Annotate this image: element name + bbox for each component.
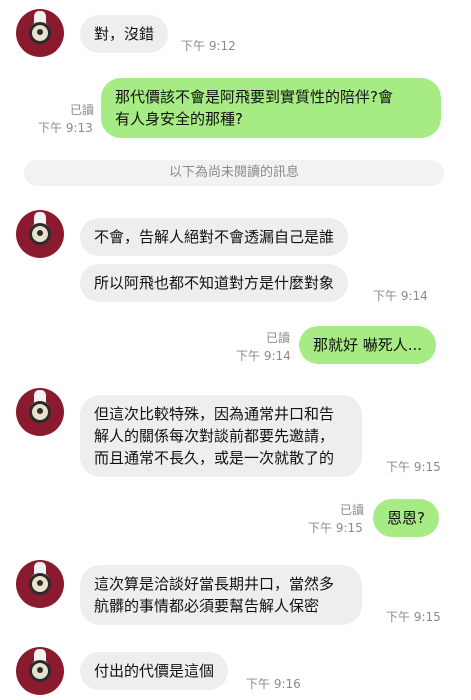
unread-divider: 以下為尚未閱讀的訊息 [24,160,444,186]
avatar-dot [37,667,43,673]
message-bubble-incoming[interactable]: 不會，告解人絕對不會透漏自己是誰 [80,218,349,256]
avatar-dot [37,408,43,414]
read-receipt: 已讀 [265,331,290,345]
avatar-dot [37,29,43,35]
read-receipt: 已讀 [339,503,364,517]
message-bubble-outgoing[interactable]: 恩恩? [373,499,439,537]
contact-avatar[interactable] [16,9,64,57]
avatar-dot [37,580,43,586]
contact-avatar[interactable] [16,647,64,695]
message-time: 下午 9:13 [38,121,93,135]
message-time: 下午 9:15 [308,521,363,535]
message-time: 下午 9:12 [181,39,236,53]
avatar-dot [37,230,43,236]
contact-avatar[interactable] [16,210,64,258]
message-time: 下午 9:14 [236,349,291,363]
read-receipt: 已讀 [69,103,94,117]
contact-avatar[interactable] [16,388,64,436]
message-bubble-outgoing[interactable]: 那就好 嚇死人... [299,326,437,364]
message-bubble-outgoing[interactable]: 那代價該不會是阿飛要到實質性的陪伴?會 有人身安全的那種? [101,78,441,138]
message-bubble-incoming[interactable]: 所以阿飛也都不知道對方是什麼對象 [80,264,349,302]
message-bubble-incoming[interactable]: 這次算是洽談好當長期井口，當然多 航髒的事情都必須要幫告解人保密 [80,565,362,625]
message-bubble-incoming[interactable]: 對，沒錯 [80,15,169,53]
message-bubble-incoming[interactable]: 付出的代價是這個 [80,652,229,690]
message-bubble-incoming[interactable]: 但這次比較特殊，因為通常井口和告 解人的關係每次對談前都要先邀請， 而且通常不長… [80,395,362,477]
message-time: 下午 9:14 [373,289,428,303]
message-time: 下午 9:15 [386,460,441,474]
message-time: 下午 9:16 [246,677,301,691]
message-time: 下午 9:15 [386,610,441,624]
contact-avatar[interactable] [16,560,64,608]
